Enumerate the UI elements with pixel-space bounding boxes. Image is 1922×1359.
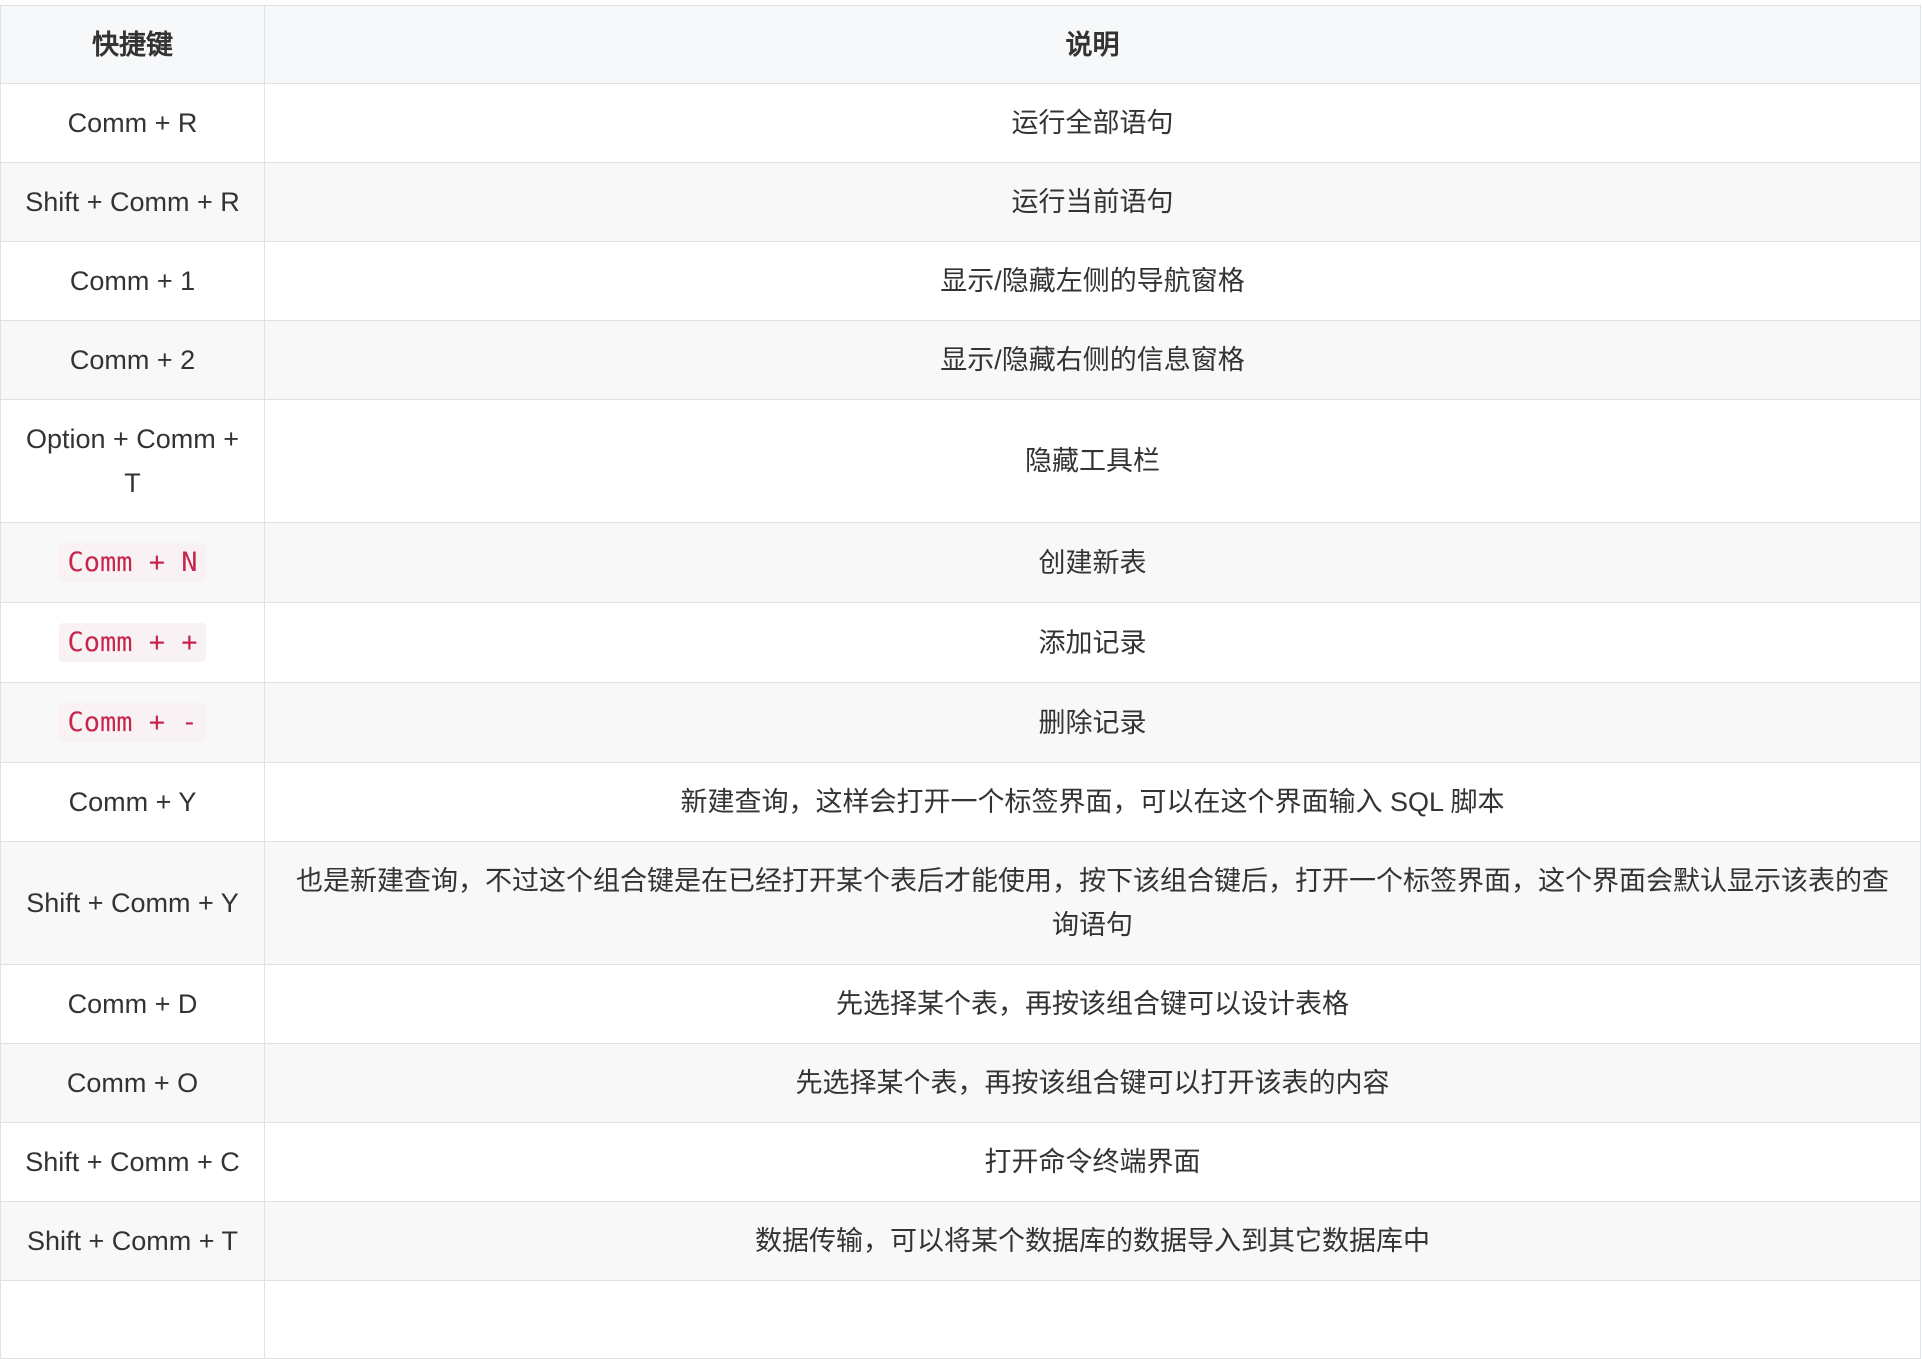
table-row: Shift + Comm + C 打开命令终端界面	[0, 1122, 1921, 1202]
table-row: Comm + N 创建新表	[0, 522, 1921, 603]
shortcut-cell: Comm + +	[0, 602, 265, 683]
description-cell: 创建新表	[264, 522, 1921, 603]
description-cell: 删除记录	[264, 682, 1921, 763]
shortcut-text: Option + Comm + T	[25, 424, 240, 498]
shortcut-cell: Comm + R	[0, 83, 265, 163]
shortcut-cell: Option + Comm + T	[0, 399, 265, 523]
shortcut-cell: Shift + Comm + C	[0, 1122, 265, 1202]
table-body: Comm + R 运行全部语句 Shift + Comm + R 运行当前语句 …	[0, 83, 1921, 1359]
shortcut-text: Comm + D	[67, 989, 198, 1019]
shortcut-text: Shift + Comm + T	[26, 1226, 239, 1256]
shortcut-text: Comm + 2	[69, 345, 196, 375]
table-row: Comm + R 运行全部语句	[0, 83, 1921, 163]
table-row-partial	[0, 1280, 1921, 1359]
shortcut-cell: Comm + 2	[0, 320, 265, 400]
description-cell: 添加记录	[264, 602, 1921, 683]
shortcut-text: Comm + Y	[68, 787, 197, 817]
table-row: Comm + 2 显示/隐藏右侧的信息窗格	[0, 320, 1921, 400]
description-cell: 显示/隐藏右侧的信息窗格	[264, 320, 1921, 400]
description-cell	[264, 1280, 1921, 1359]
shortcut-cell	[0, 1280, 265, 1359]
shortcut-table: 快捷键 说明 Comm + R 运行全部语句 Shift + Comm + R …	[0, 5, 1921, 1359]
shortcut-text: Comm + 1	[69, 266, 196, 296]
table-row: Shift + Comm + R 运行当前语句	[0, 162, 1921, 242]
shortcut-cell: Comm + -	[0, 682, 265, 763]
description-cell: 先选择某个表，再按该组合键可以打开该表的内容	[264, 1043, 1921, 1123]
description-cell: 运行全部语句	[264, 83, 1921, 163]
shortcut-text: Comm + R	[67, 108, 198, 138]
shortcut-cell: Comm + D	[0, 964, 265, 1044]
table-header-row: 快捷键 说明	[0, 5, 1921, 84]
shortcut-cell: Shift + Comm + R	[0, 162, 265, 242]
description-cell: 打开命令终端界面	[264, 1122, 1921, 1202]
table-row: Comm + 1 显示/隐藏左侧的导航窗格	[0, 241, 1921, 321]
shortcut-cell: Comm + N	[0, 522, 265, 603]
table-row: Shift + Comm + T 数据传输，可以将某个数据库的数据导入到其它数据…	[0, 1201, 1921, 1281]
description-cell: 显示/隐藏左侧的导航窗格	[264, 241, 1921, 321]
description-cell: 先选择某个表，再按该组合键可以设计表格	[264, 964, 1921, 1044]
description-cell: 数据传输，可以将某个数据库的数据导入到其它数据库中	[264, 1201, 1921, 1281]
shortcut-cell: Comm + 1	[0, 241, 265, 321]
shortcut-table-container: 快捷键 说明 Comm + R 运行全部语句 Shift + Comm + R …	[0, 5, 1921, 1359]
shortcut-cell: Shift + Comm + Y	[0, 841, 265, 965]
table-row: Comm + Y 新建查询，这样会打开一个标签界面，可以在这个界面输入 SQL …	[0, 762, 1921, 842]
table-row: Comm + - 删除记录	[0, 682, 1921, 763]
shortcut-code: Comm + N	[59, 543, 206, 582]
description-cell: 也是新建查询，不过这个组合键是在已经打开某个表后才能使用，按下该组合键后，打开一…	[264, 841, 1921, 965]
table-row: Comm + O 先选择某个表，再按该组合键可以打开该表的内容	[0, 1043, 1921, 1123]
table-row: Option + Comm + T 隐藏工具栏	[0, 399, 1921, 523]
table-row: Comm + + 添加记录	[0, 602, 1921, 683]
shortcut-text: Shift + Comm + C	[25, 1147, 240, 1177]
table-row: Comm + D 先选择某个表，再按该组合键可以设计表格	[0, 964, 1921, 1044]
shortcut-text: Shift + Comm + R	[25, 187, 240, 217]
description-cell: 隐藏工具栏	[264, 399, 1921, 523]
table-row: Shift + Comm + Y 也是新建查询，不过这个组合键是在已经打开某个表…	[0, 841, 1921, 965]
shortcut-text: Comm + O	[66, 1068, 199, 1098]
shortcut-cell: Comm + O	[0, 1043, 265, 1123]
header-shortcut: 快捷键	[0, 5, 265, 84]
shortcut-code: Comm + +	[59, 623, 206, 662]
shortcut-text: Shift + Comm + Y	[26, 888, 239, 918]
header-description: 说明	[264, 5, 1921, 84]
description-cell: 新建查询，这样会打开一个标签界面，可以在这个界面输入 SQL 脚本	[264, 762, 1921, 842]
shortcut-cell: Shift + Comm + T	[0, 1201, 265, 1281]
shortcut-code: Comm + -	[59, 703, 206, 742]
shortcut-cell: Comm + Y	[0, 762, 265, 842]
description-cell: 运行当前语句	[264, 162, 1921, 242]
